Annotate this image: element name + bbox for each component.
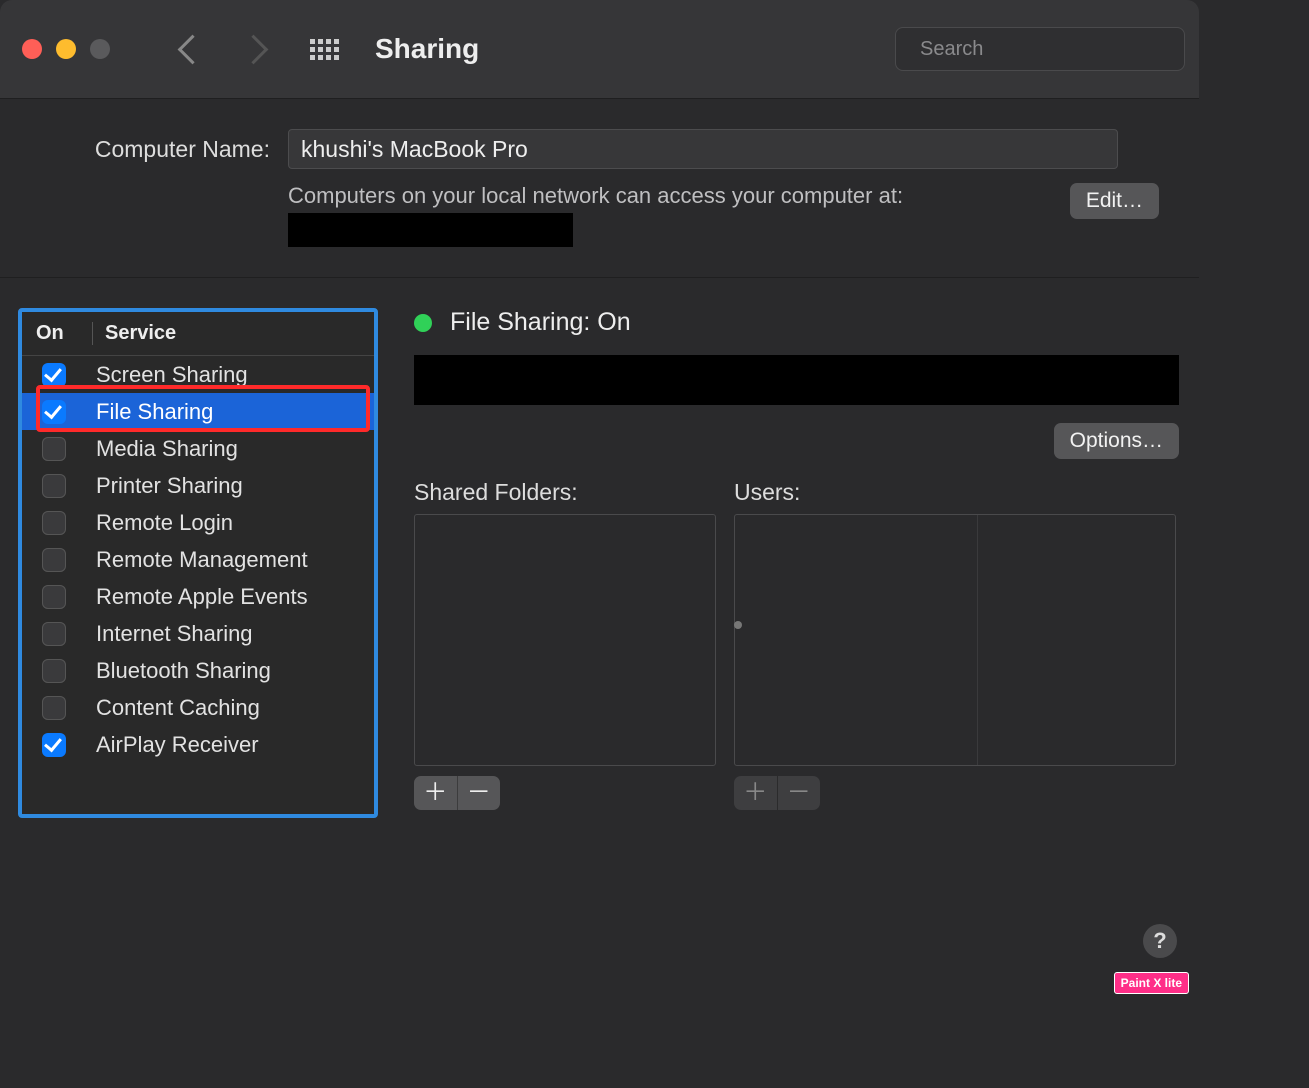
service-checkbox[interactable] [42, 696, 66, 720]
search-field[interactable] [895, 27, 1185, 71]
service-row[interactable]: Internet Sharing [22, 615, 374, 652]
service-row[interactable]: Screen Sharing [22, 356, 374, 393]
service-row[interactable]: AirPlay Receiver [22, 726, 374, 763]
forward-button[interactable] [239, 34, 269, 64]
watermark-badge: Paint X lite [1114, 972, 1189, 994]
service-row[interactable]: Content Caching [22, 689, 374, 726]
service-detail-panel: File Sharing: On Options… Shared Folders… [414, 308, 1179, 965]
options-button[interactable]: Options… [1054, 423, 1179, 459]
services-header-on: On [36, 322, 93, 345]
window-controls [22, 39, 110, 59]
service-checkbox[interactable] [42, 548, 66, 572]
shared-folders-column: Shared Folders: ＋ － [414, 479, 716, 810]
redacted-hostname [288, 213, 573, 247]
services-header-service: Service [93, 322, 176, 345]
local-hostname-text: Computers on your local network can acce… [288, 183, 1070, 247]
help-button[interactable]: ? [1143, 924, 1177, 958]
service-checkbox[interactable] [42, 363, 66, 387]
service-label: Printer Sharing [96, 473, 243, 499]
service-status-row: File Sharing: On [414, 308, 1179, 337]
service-row[interactable]: Remote Management [22, 541, 374, 578]
remove-user-button: － [777, 776, 821, 810]
shared-folders-label: Shared Folders: [414, 479, 716, 506]
status-indicator-icon [414, 314, 432, 332]
users-label: Users: [734, 479, 1176, 506]
service-checkbox[interactable] [42, 400, 66, 424]
toolbar: Sharing [0, 0, 1199, 99]
minimize-window-button[interactable] [56, 39, 76, 59]
service-row[interactable]: Remote Apple Events [22, 578, 374, 615]
close-window-button[interactable] [22, 39, 42, 59]
service-checkbox[interactable] [42, 659, 66, 683]
search-input[interactable] [918, 37, 1187, 62]
services-table: On Service Screen Sharing File Sharing Med… [18, 308, 378, 818]
service-checkbox[interactable] [42, 511, 66, 535]
shared-folders-add-remove: ＋ － [414, 776, 500, 810]
service-label: Internet Sharing [96, 621, 253, 647]
users-add-remove: ＋ － [734, 776, 820, 810]
local-hostname-caption: Computers on your local network can acce… [288, 183, 903, 208]
content-area: On Service Screen Sharing File Sharing Med… [0, 278, 1199, 985]
service-row[interactable]: Printer Sharing [22, 467, 374, 504]
service-label: Remote Apple Events [96, 584, 308, 610]
services-panel-wrap: On Service Screen Sharing File Sharing Med… [18, 308, 378, 965]
remove-shared-folder-button[interactable]: － [457, 776, 501, 810]
service-row[interactable]: Media Sharing [22, 430, 374, 467]
service-status-text: File Sharing: On [450, 308, 631, 337]
service-label: Remote Login [96, 510, 233, 536]
add-user-button: ＋ [734, 776, 777, 810]
sharing-preferences-window: Sharing Computer Name: Computers on your… [0, 0, 1199, 1088]
users-column: Users: ＋ － [734, 479, 1176, 810]
users-list[interactable] [734, 514, 1176, 766]
service-row[interactable]: Remote Login [22, 504, 374, 541]
service-checkbox[interactable] [42, 585, 66, 609]
service-label: Remote Management [96, 547, 308, 573]
edit-hostname-button[interactable]: Edit… [1070, 183, 1159, 219]
service-row[interactable]: Bluetooth Sharing [22, 652, 374, 689]
show-all-preferences-button[interactable] [310, 39, 339, 60]
computer-name-label: Computer Name: [70, 136, 270, 163]
pane-title: Sharing [375, 33, 479, 65]
redacted-smb-address [414, 355, 1179, 405]
service-label: File Sharing [96, 399, 213, 425]
computer-name-field[interactable] [288, 129, 1118, 169]
service-label: Media Sharing [96, 436, 238, 462]
zoom-window-button[interactable] [90, 39, 110, 59]
add-shared-folder-button[interactable]: ＋ [414, 776, 457, 810]
service-checkbox[interactable] [42, 474, 66, 498]
service-checkbox[interactable] [42, 437, 66, 461]
service-checkbox[interactable] [42, 733, 66, 757]
nav-arrows [182, 39, 264, 60]
service-label: Screen Sharing [96, 362, 248, 388]
services-list[interactable]: Screen Sharing File Sharing Media Sharing P… [22, 356, 374, 763]
service-label: Content Caching [96, 695, 260, 721]
service-row[interactable]: File Sharing [22, 393, 374, 430]
service-checkbox[interactable] [42, 622, 66, 646]
back-button[interactable] [178, 34, 208, 64]
computer-name-section: Computer Name: Computers on your local n… [0, 99, 1199, 278]
services-table-header: On Service [22, 312, 374, 356]
service-label: Bluetooth Sharing [96, 658, 271, 684]
shared-folders-list[interactable] [414, 514, 716, 766]
service-label: AirPlay Receiver [96, 732, 259, 758]
